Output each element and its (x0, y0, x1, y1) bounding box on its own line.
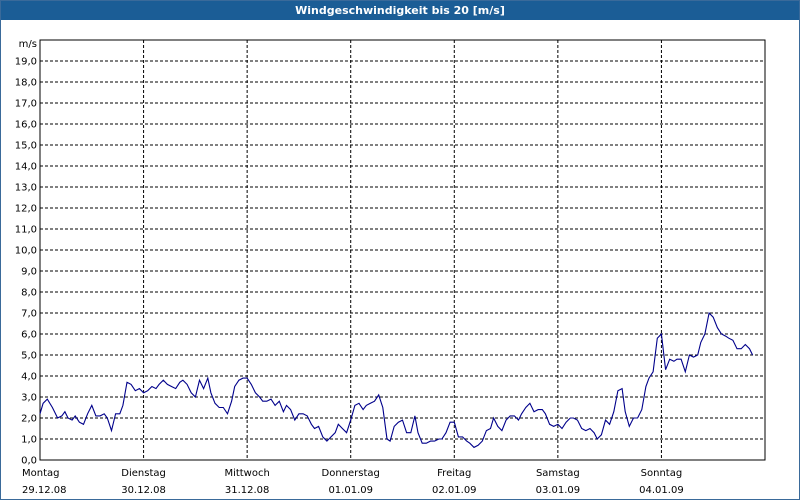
x-tick-date: 01.01.09 (328, 485, 373, 496)
y-tick-label: 8,0 (21, 288, 37, 299)
y-tick-label: 14,0 (15, 162, 37, 173)
y-axis: 0,0 1,0 2,0 3,0 4,0 5,0 6,0 7,0 8,0 9,0 10,0 11,0 12… (15, 39, 37, 467)
x-tick-day: Montag (22, 468, 59, 479)
x-tick-date: 29.12.08 (22, 485, 67, 496)
y-tick-label: 12,0 (15, 204, 37, 215)
y-tick-label: 6,0 (21, 330, 37, 341)
y-tick-label: 3,0 (21, 393, 37, 404)
y-tick-label: 7,0 (21, 309, 37, 320)
series-line (39, 311, 754, 449)
y-tick-label: 0,0 (21, 456, 37, 467)
x-tick-date: 03.01.09 (536, 485, 581, 496)
x-tick-day: Mittwoch (224, 468, 269, 479)
y-tick-label: 17,0 (15, 99, 37, 110)
y-tick-label: 18,0 (15, 78, 37, 89)
x-tick-day: Samstag (536, 468, 580, 479)
y-tick-label: 2,0 (21, 414, 37, 425)
x-tick-date: 02.01.09 (432, 485, 477, 496)
x-tick-date: 30.12.08 (121, 485, 166, 496)
y-tick-label: 11,0 (15, 225, 37, 236)
x-tick-day: Sonntag (641, 468, 683, 479)
y-tick-label: 4,0 (21, 372, 37, 383)
x-tick-date: 04.01.09 (639, 485, 684, 496)
y-tick-label: 9,0 (21, 267, 37, 278)
y-tick-label: 5,0 (21, 351, 37, 362)
x-tick-date: 31.12.08 (225, 485, 270, 496)
x-axis: Montag 29.12.08 Dienstag 30.12.08 Mittwoch 31… (22, 468, 684, 496)
x-tick-day: Dienstag (121, 468, 166, 479)
series-layer (39, 311, 754, 449)
grid-lines (40, 40, 765, 460)
x-tick-day: Freitag (437, 468, 471, 479)
y-tick-label: 19,0 (15, 57, 37, 68)
y-tick-label: 16,0 (15, 120, 37, 131)
y-tick-label: 15,0 (15, 141, 37, 152)
y-tick-label: 13,0 (15, 183, 37, 194)
y-tick-label: 1,0 (21, 435, 37, 446)
x-tick-day: Donnerstag (322, 468, 380, 479)
y-tick-label: 10,0 (15, 246, 37, 257)
y-axis-unit: m/s (19, 39, 37, 50)
chart-area: 0,0 1,0 2,0 3,0 4,0 5,0 6,0 7,0 8,0 9,0 10,0 11,0 12… (15, 39, 766, 496)
